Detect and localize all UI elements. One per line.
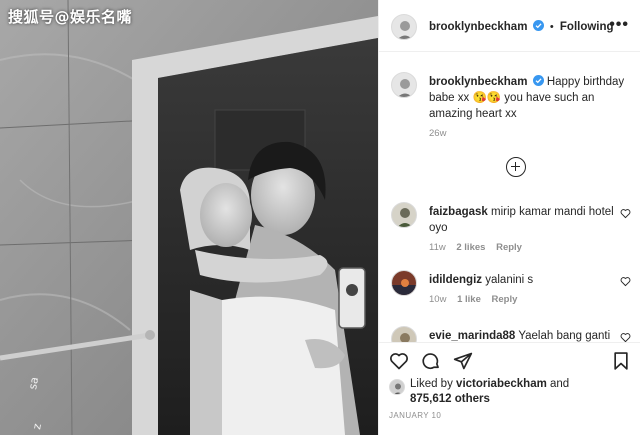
verified-icon xyxy=(532,20,544,31)
comment-body: yalanini s xyxy=(485,274,534,286)
save-icon[interactable] xyxy=(611,351,631,371)
caption-username[interactable]: brooklynbeckham xyxy=(429,76,527,88)
liked-and: and xyxy=(550,378,570,390)
commenter-username[interactable]: idildengiz xyxy=(429,274,482,286)
post-date[interactable]: JANUARY 10 xyxy=(389,411,441,420)
likes-text: Liked by victoriabeckham and 875,612 oth… xyxy=(410,377,569,407)
caption-avatar[interactable] xyxy=(391,72,417,98)
comment-body: Yaelah bang ganti xyxy=(518,330,611,342)
like-comment-icon[interactable] xyxy=(620,276,631,287)
post-header: brooklynbeckham • Following ••• xyxy=(379,0,640,52)
comment-text: idildengiz yalanini s xyxy=(429,272,614,288)
following-button[interactable]: Following xyxy=(560,21,614,33)
comments-list[interactable]: faizbagask mirip kamar mandi hotel oyo 1… xyxy=(379,196,640,342)
like-comment-icon[interactable] xyxy=(620,332,631,342)
comment-time[interactable]: 11w xyxy=(429,242,446,253)
post-photo[interactable]: sa z 搜狐号@娱乐名嘴 xyxy=(0,0,378,435)
post-side-panel: brooklynbeckham • Following ••• brooklyn… xyxy=(378,0,640,435)
liker-avatar[interactable] xyxy=(389,379,405,395)
reply-button[interactable]: Reply xyxy=(492,294,518,305)
comment-meta: 11w 2 likes Reply xyxy=(429,242,530,253)
separator-dot: • xyxy=(549,21,554,33)
commenter-username[interactable]: faizbagask xyxy=(429,206,488,218)
comment-likes[interactable]: 2 likes xyxy=(456,242,485,253)
commenter-avatar[interactable] xyxy=(391,202,417,228)
liker-username[interactable]: victoriabeckham xyxy=(456,378,547,390)
comment-text: faizbagask mirip kamar mandi hotel oyo xyxy=(429,204,614,236)
comment-likes[interactable]: 1 like xyxy=(457,294,481,305)
commenter-avatar[interactable] xyxy=(391,270,417,296)
watermark-text: 搜狐号@娱乐名嘴 xyxy=(8,8,133,26)
caption-text: brooklynbeckham Happy birthday babe xx 😘… xyxy=(429,74,629,122)
reply-button[interactable]: Reply xyxy=(496,242,522,253)
comment-time[interactable]: 10w xyxy=(429,294,446,305)
comment-text: evie_marinda88 Yaelah bang ganti xyxy=(429,328,614,342)
more-options-icon[interactable]: ••• xyxy=(609,16,629,34)
like-comment-icon[interactable] xyxy=(620,208,631,219)
caption-timestamp[interactable]: 26w xyxy=(429,128,446,139)
comment-icon[interactable] xyxy=(421,351,441,371)
photo-image: sa z xyxy=(0,0,378,435)
svg-text:sa: sa xyxy=(26,376,41,391)
verified-icon xyxy=(532,75,544,86)
heart-icon[interactable] xyxy=(389,351,409,371)
commenter-username[interactable]: evie_marinda88 xyxy=(429,330,515,342)
load-more-comments-icon[interactable] xyxy=(506,157,526,177)
liked-by-prefix: Liked by xyxy=(410,378,453,390)
author-avatar[interactable] xyxy=(391,14,417,40)
commenter-avatar[interactable] xyxy=(391,326,417,342)
action-bar: Liked by victoriabeckham and 875,612 oth… xyxy=(379,342,640,435)
likes-count[interactable]: 875,612 others xyxy=(410,393,490,405)
share-icon[interactable] xyxy=(453,351,473,371)
comment-meta: 10w 1 like Reply xyxy=(429,294,525,305)
author-username[interactable]: brooklynbeckham xyxy=(429,21,527,33)
